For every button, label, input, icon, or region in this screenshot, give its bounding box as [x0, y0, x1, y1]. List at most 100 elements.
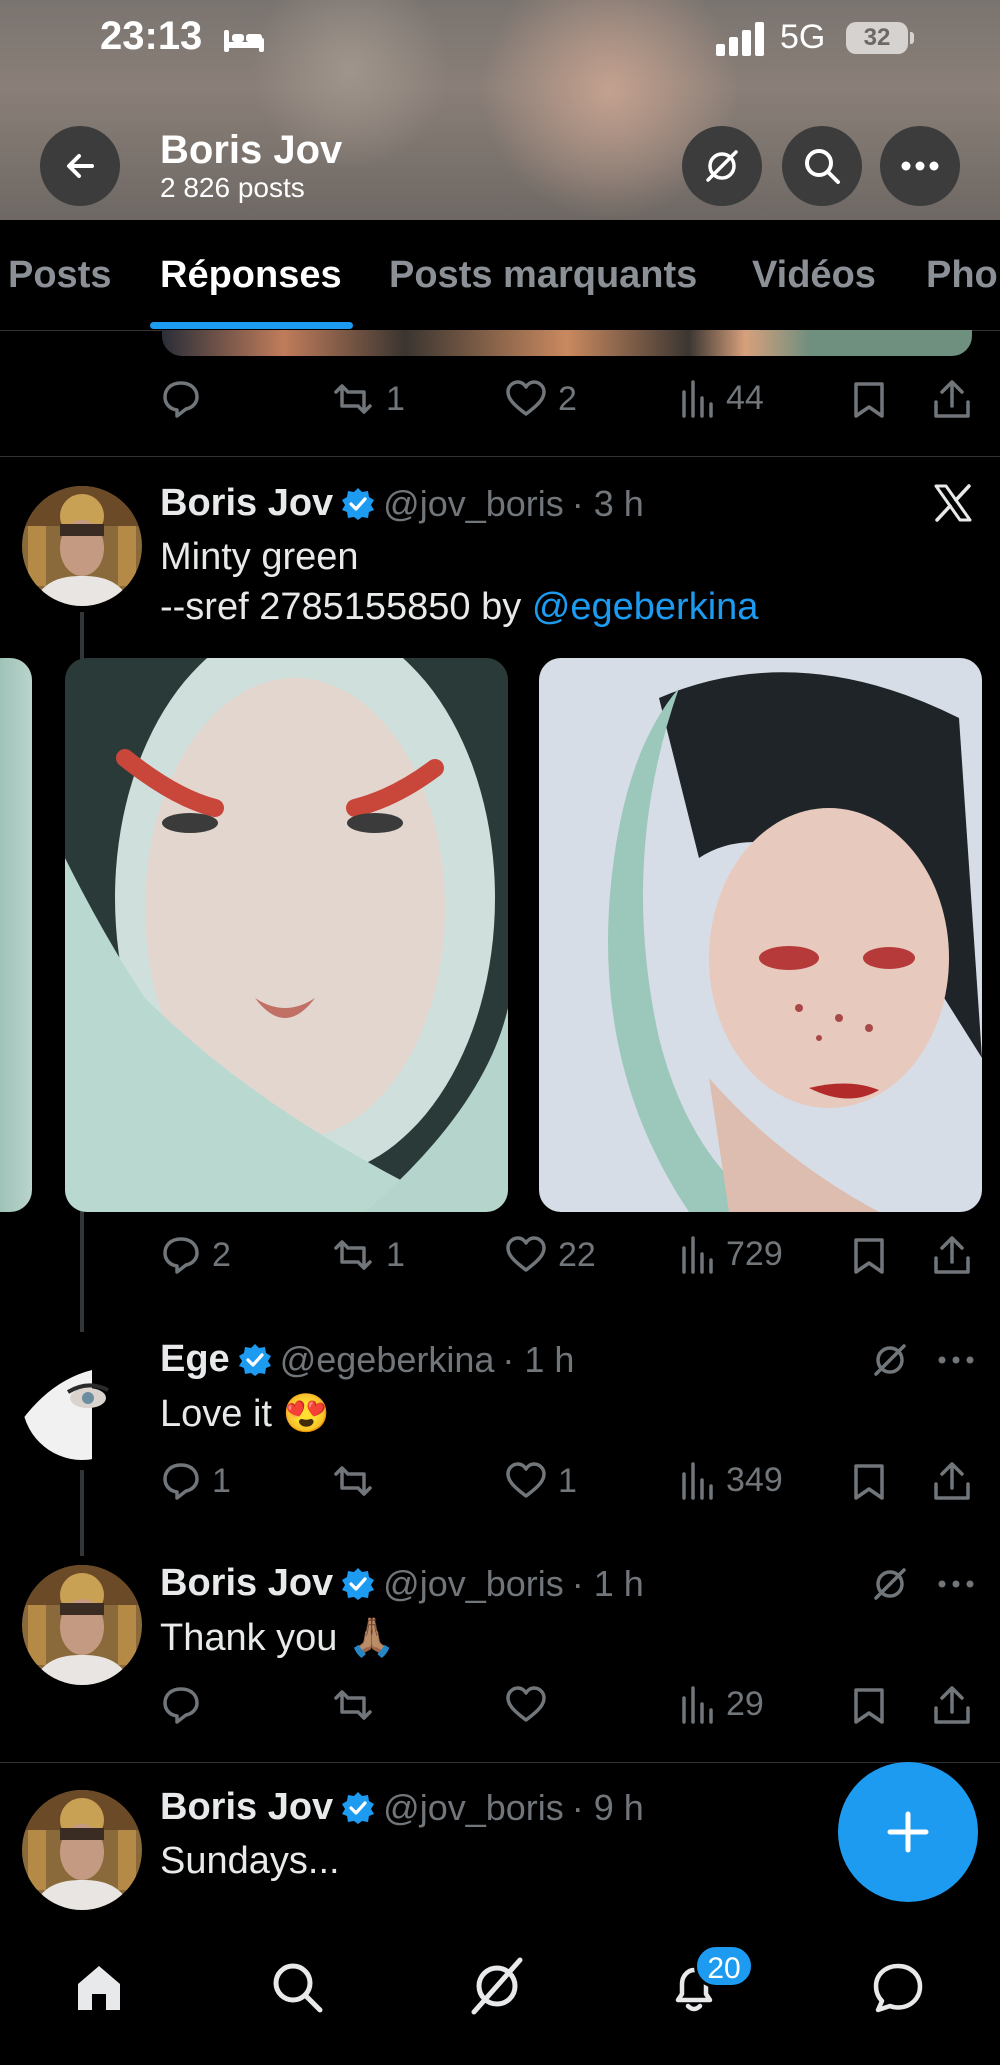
- mention-link[interactable]: @egeberkina: [532, 586, 759, 628]
- verified-badge-icon: [342, 487, 375, 520]
- profile-posts-count: 2 826 posts: [160, 172, 305, 203]
- prev-reply-button[interactable]: [160, 378, 212, 420]
- grok-icon[interactable]: [468, 1956, 526, 2016]
- like-button[interactable]: [504, 1684, 558, 1726]
- post-author[interactable]: Boris Jov: [160, 1786, 333, 1829]
- bookmark-icon[interactable]: [852, 380, 886, 420]
- repost-button[interactable]: [330, 1684, 386, 1726]
- views-button[interactable]: 729: [680, 1234, 783, 1274]
- reply-header: Boris Jov @jov_boris · 1 h: [160, 1562, 644, 1605]
- home-icon[interactable]: [72, 1960, 126, 2014]
- repost-count: 1: [386, 1235, 405, 1274]
- avatar[interactable]: [22, 486, 142, 606]
- share-icon[interactable]: [932, 1460, 972, 1502]
- repost-icon: [334, 1466, 372, 1496]
- search-icon[interactable]: [270, 1960, 324, 2014]
- tab-posts[interactable]: Posts: [8, 254, 111, 297]
- repost-icon: [334, 384, 372, 414]
- carousel-image-2[interactable]: [539, 658, 982, 1212]
- heart-icon: [506, 1686, 546, 1722]
- share-icon[interactable]: [932, 1234, 972, 1276]
- reply-time: · 1 h: [571, 1562, 644, 1604]
- repost-button[interactable]: 1: [330, 1234, 405, 1276]
- tab-videos[interactable]: Vidéos: [752, 254, 876, 297]
- more-button[interactable]: [880, 126, 960, 206]
- post-handle[interactable]: @jov_boris: [383, 1787, 564, 1829]
- plus-icon: [887, 1811, 929, 1853]
- views-icon: [682, 1686, 713, 1724]
- like-button[interactable]: 1: [504, 1460, 577, 1502]
- like-count: 22: [558, 1235, 596, 1274]
- bookmark-icon[interactable]: [852, 1236, 886, 1276]
- bookmark-icon[interactable]: [852, 1462, 886, 1502]
- more-dots-icon[interactable]: [936, 1578, 976, 1590]
- notifications-badge: 20: [694, 1944, 754, 1988]
- network-label: 5G: [780, 18, 826, 56]
- reply-button[interactable]: [160, 1684, 212, 1726]
- avatar-image: [22, 1565, 142, 1685]
- verified-badge-icon: [342, 1567, 375, 1600]
- reply-button[interactable]: 1: [160, 1460, 231, 1502]
- heart-icon: [506, 1236, 546, 1272]
- avatar[interactable]: [22, 1790, 142, 1910]
- reply-handle[interactable]: @jov_boris: [383, 1563, 564, 1605]
- bookmark-icon[interactable]: [852, 1686, 886, 1726]
- status-time: 23:13: [100, 14, 203, 58]
- grok-icon[interactable]: [870, 1564, 910, 1604]
- post-time: · 9 h: [571, 1786, 644, 1828]
- avatar-image: [22, 1790, 142, 1910]
- previous-post-media[interactable]: [162, 330, 972, 356]
- grok-button[interactable]: [682, 126, 762, 206]
- avatar[interactable]: [22, 1340, 142, 1460]
- share-icon[interactable]: [932, 1684, 972, 1726]
- more-dots-icon[interactable]: [936, 1354, 976, 1366]
- reply-time: · 1 h: [502, 1338, 575, 1380]
- grok-icon[interactable]: [870, 1340, 910, 1380]
- reply-button[interactable]: 2: [160, 1234, 231, 1276]
- share-icon[interactable]: [932, 378, 972, 420]
- views-button[interactable]: 349: [680, 1460, 783, 1500]
- reply-icon: [163, 1687, 199, 1724]
- post-time: · 3 h: [571, 482, 644, 524]
- verified-badge-icon: [342, 1791, 375, 1824]
- carousel-image-1[interactable]: [65, 658, 508, 1212]
- grok-icon: [706, 150, 738, 182]
- reply-handle[interactable]: @egeberkina: [280, 1339, 495, 1381]
- repost-button[interactable]: [330, 1460, 386, 1502]
- tab-photos[interactable]: Pho: [926, 254, 998, 297]
- views-count: 729: [726, 1234, 783, 1273]
- compose-button[interactable]: [838, 1762, 978, 1902]
- x-logo-icon: [934, 484, 972, 522]
- back-button[interactable]: [40, 126, 120, 206]
- post-text-line2: --sref 2785155850 by @egeberkina: [160, 586, 759, 628]
- views-count: 29: [726, 1684, 764, 1723]
- views-icon: [682, 1236, 713, 1274]
- prev-views-count: 44: [726, 378, 764, 417]
- post-header: Boris Jov @jov_boris · 3 h: [160, 482, 644, 525]
- repost-icon: [334, 1240, 372, 1270]
- tab-highlights[interactable]: Posts marquants: [389, 254, 697, 297]
- views-button[interactable]: 29: [680, 1684, 764, 1724]
- prev-like-button[interactable]: 2: [504, 378, 577, 420]
- reply-count: 1: [212, 1461, 231, 1500]
- reply-icon: [163, 1237, 199, 1274]
- prev-views-button[interactable]: 44: [680, 378, 764, 418]
- battery-tip: [910, 32, 914, 44]
- search-button[interactable]: [782, 126, 862, 206]
- prev-repost-button[interactable]: 1: [330, 378, 405, 420]
- reply-author[interactable]: Ege: [160, 1338, 230, 1381]
- avatar[interactable]: [22, 1565, 142, 1685]
- post-author[interactable]: Boris Jov: [160, 482, 333, 525]
- avatar-image: [22, 486, 142, 606]
- reply-author[interactable]: Boris Jov: [160, 1562, 333, 1605]
- heart-icon: [506, 1462, 546, 1498]
- tab-replies[interactable]: Réponses: [160, 254, 342, 297]
- messages-icon[interactable]: [870, 1960, 926, 2016]
- views-icon: [682, 380, 713, 418]
- like-button[interactable]: 22: [504, 1234, 596, 1276]
- carousel-image-prev[interactable]: [0, 658, 32, 1212]
- portrait-image: [65, 658, 508, 1212]
- post-handle[interactable]: @jov_boris: [383, 483, 564, 525]
- post-text-line1: Minty green: [160, 536, 359, 578]
- active-tab-indicator: [150, 322, 353, 329]
